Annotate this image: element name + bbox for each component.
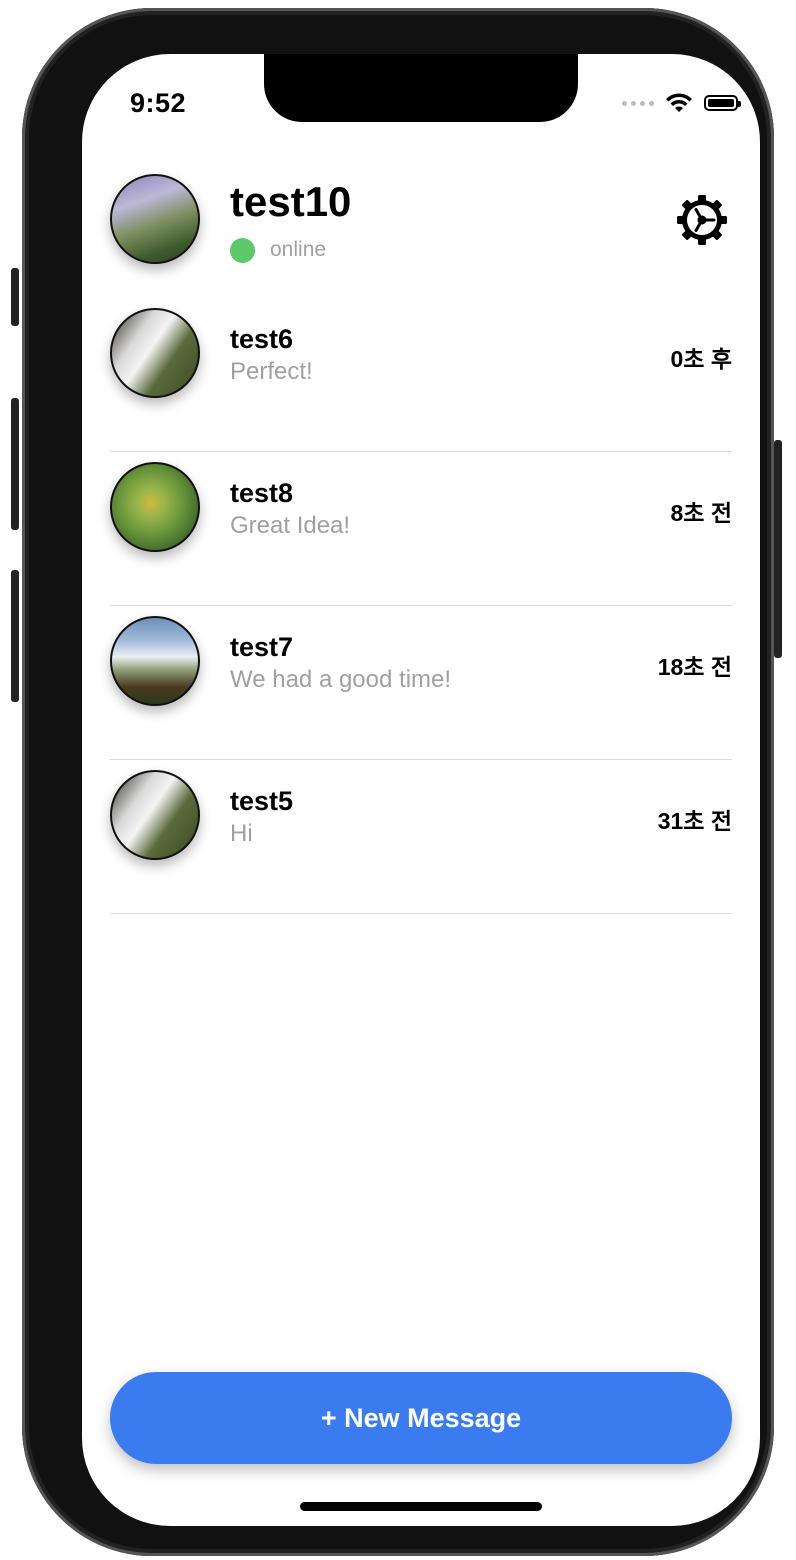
conversation-avatar xyxy=(110,462,200,552)
new-message-button[interactable]: + New Message xyxy=(110,1372,732,1464)
conversation-name: test6 xyxy=(230,324,294,354)
row-divider xyxy=(110,913,732,914)
profile-avatar[interactable] xyxy=(110,174,200,264)
conversation-time: 0초 후 xyxy=(670,346,732,372)
power-button xyxy=(774,440,782,658)
conversation-name: test5 xyxy=(230,786,294,816)
conversation-time: 31초 전 xyxy=(657,808,732,834)
phone-frame: 9:52 test10 online test6 Perfect! 0초 후 t… xyxy=(11,8,782,1556)
conversation-time: 18초 전 xyxy=(657,654,732,680)
wifi-icon xyxy=(666,93,692,112)
app-screen: 9:52 test10 online test6 Perfect! 0초 후 t… xyxy=(82,54,760,1526)
conversation-row[interactable]: test5 Hi 31초 전 xyxy=(110,760,732,914)
volume-down-button xyxy=(11,570,19,702)
profile-name: test10 xyxy=(230,178,352,225)
battery-icon xyxy=(704,95,741,111)
notch xyxy=(264,54,578,122)
home-indicator[interactable] xyxy=(300,1502,542,1511)
online-status-dot xyxy=(230,238,255,263)
conversation-row[interactable]: test6 Perfect! 0초 후 xyxy=(110,298,732,452)
gear-icon[interactable] xyxy=(674,192,730,248)
conversation-name: test7 xyxy=(230,632,294,662)
conversation-preview: Great Idea! xyxy=(230,512,351,539)
conversation-row[interactable]: test7 We had a good time! 18초 전 xyxy=(110,606,732,760)
signal-icon xyxy=(622,100,654,106)
conversation-preview: Hi xyxy=(230,820,253,847)
mute-switch xyxy=(11,268,19,326)
volume-up-button xyxy=(11,398,19,530)
conversation-avatar xyxy=(110,616,200,706)
conversation-preview: Perfect! xyxy=(230,358,313,385)
conversation-name: test8 xyxy=(230,478,294,508)
online-status-label: online xyxy=(270,238,327,261)
conversation-time: 8초 전 xyxy=(670,500,732,526)
conversation-avatar xyxy=(110,308,200,398)
status-time: 9:52 xyxy=(130,88,187,118)
status-icons xyxy=(622,92,741,114)
conversation-row[interactable]: test8 Great Idea! 8초 전 xyxy=(110,452,732,606)
conversation-preview: We had a good time! xyxy=(230,666,452,693)
conversation-avatar xyxy=(110,770,200,860)
